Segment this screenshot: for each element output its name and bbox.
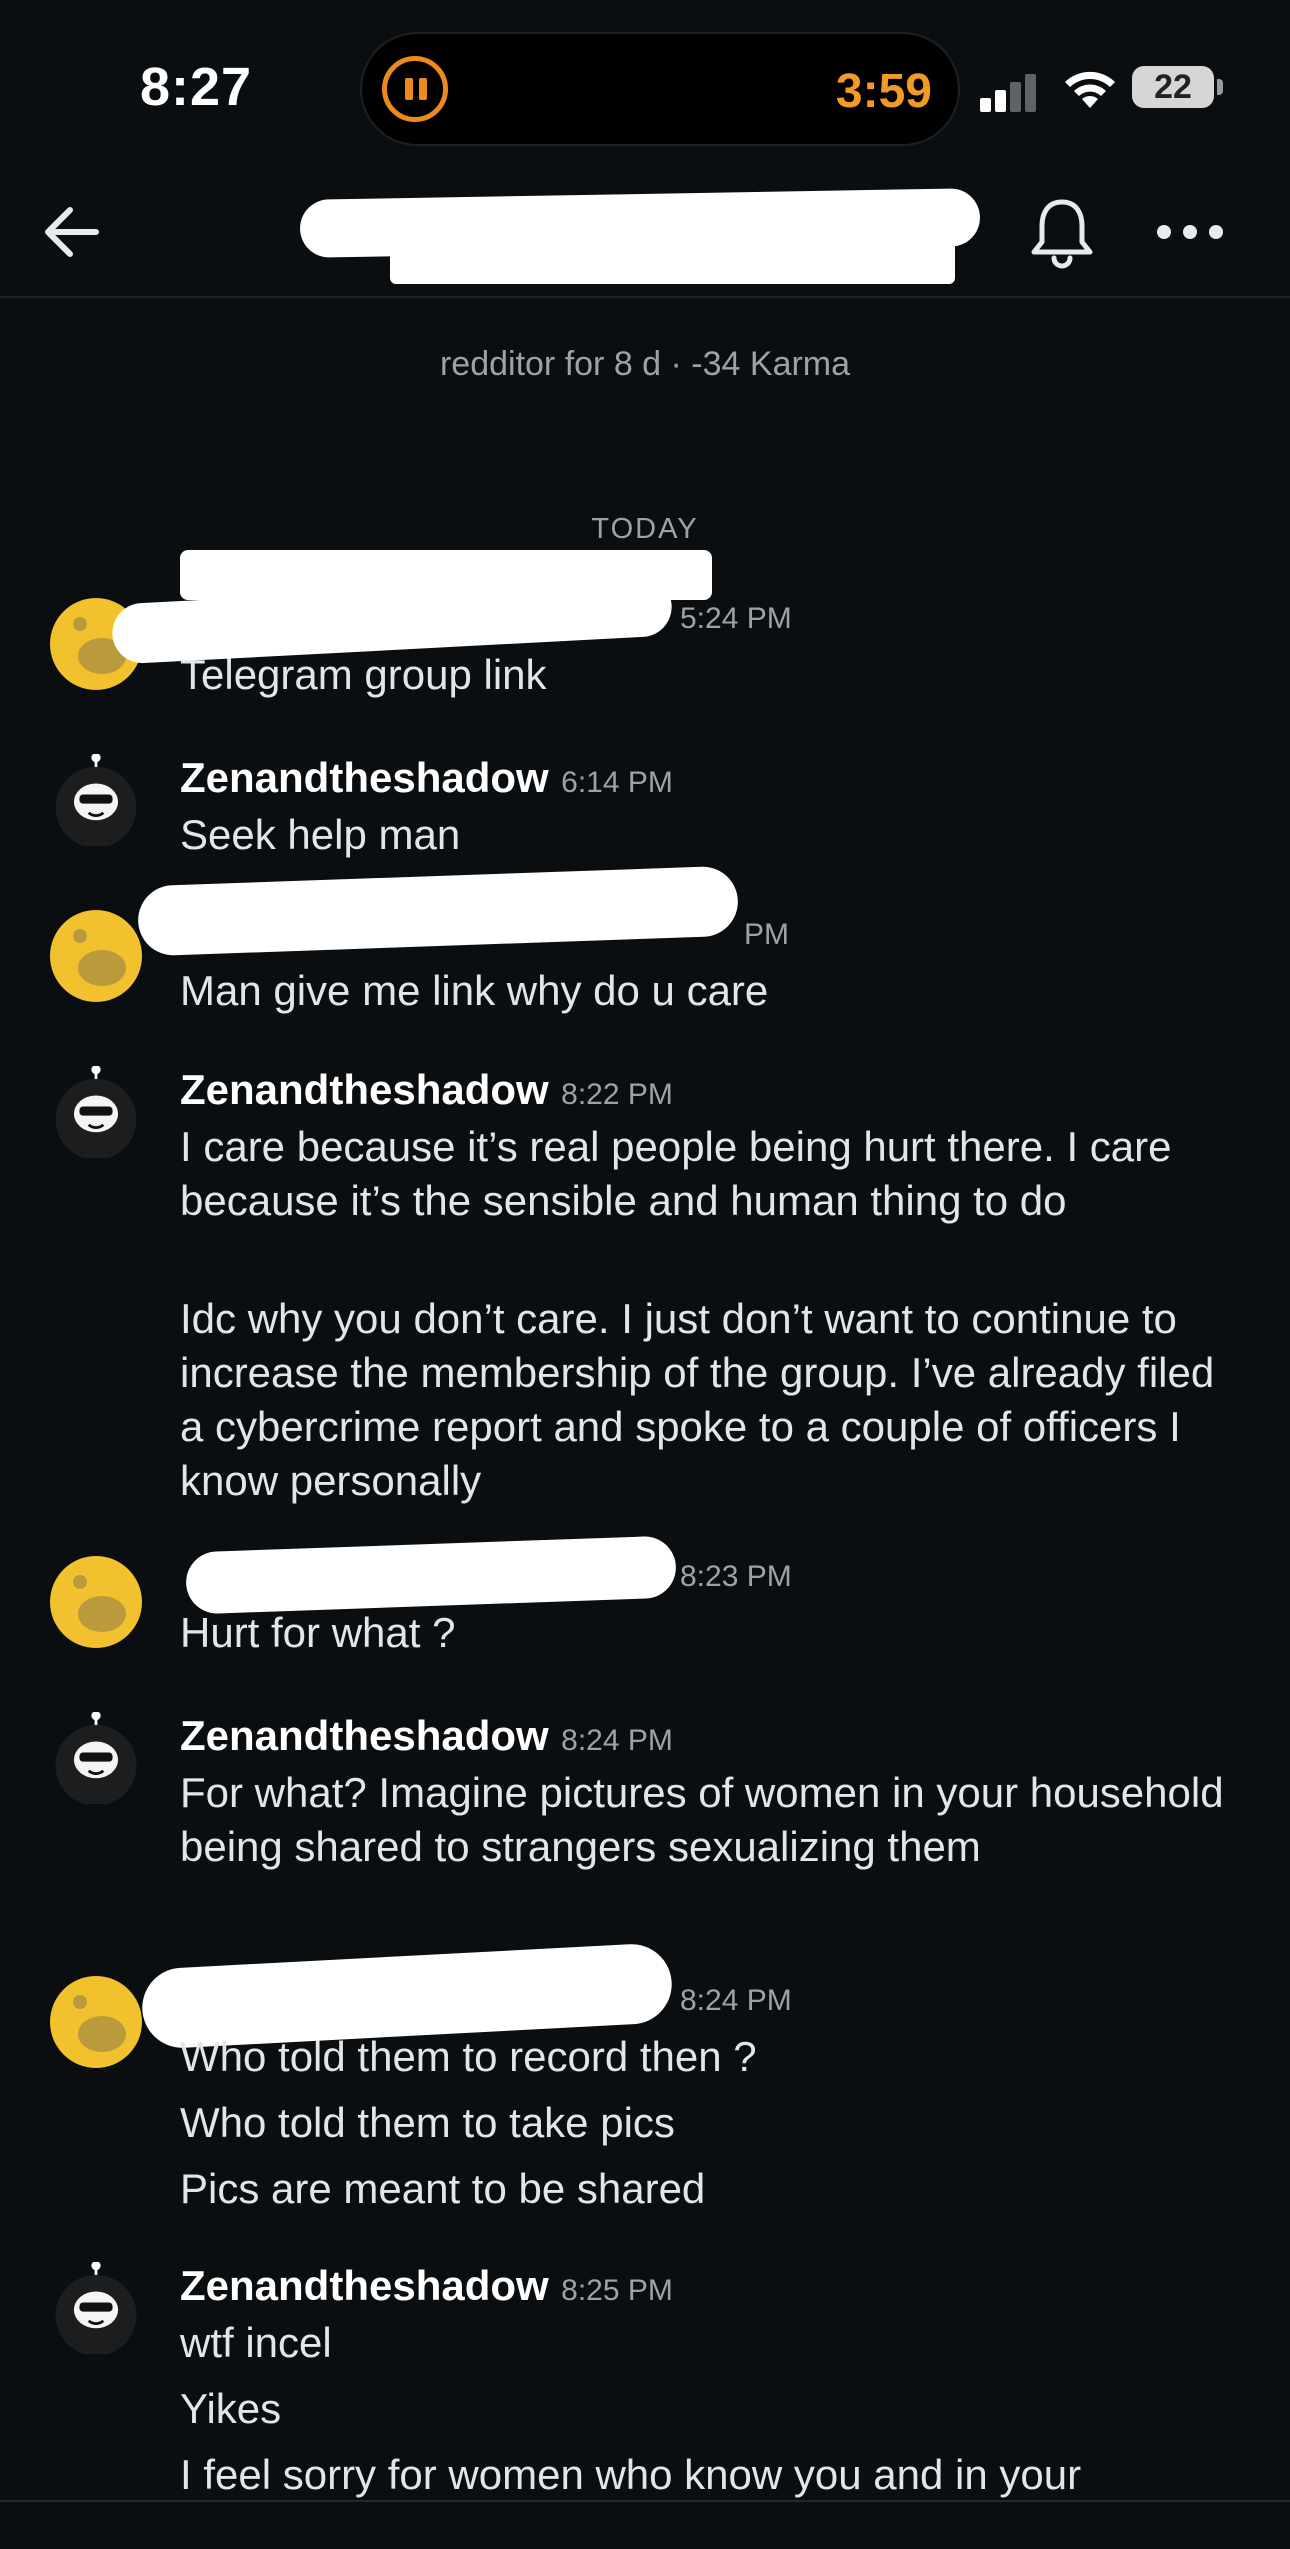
username[interactable]: Zenandtheshadow xyxy=(180,2262,549,2309)
message-time: 8:24 PM xyxy=(680,1984,792,2017)
bell-icon[interactable] xyxy=(1022,192,1102,272)
status-bar: 8:27 3:59 22 xyxy=(0,0,1290,170)
snoo-avatar-icon[interactable] xyxy=(50,910,142,1002)
user-avatar-icon[interactable] xyxy=(50,2262,142,2354)
message-time: 8:25 PM xyxy=(561,2274,673,2307)
message-text: Who told them to record then ? xyxy=(180,2033,757,2080)
snoo-avatar-icon[interactable] xyxy=(50,1556,142,1648)
user-avatar-icon[interactable] xyxy=(50,1712,142,1804)
redacted-title-scribble-2 xyxy=(390,240,955,284)
message-header: PM xyxy=(736,918,789,952)
message-text: I feel sorry for women who know you and … xyxy=(180,2451,1082,2498)
message-time: 8:23 PM xyxy=(680,1560,792,1593)
day-divider: TODAY xyxy=(591,513,699,545)
message-text: Idc why you don’t care. I just don’t wan… xyxy=(180,1295,1215,1504)
cellular-signal-icon xyxy=(980,72,1044,112)
chat-screen: 8:27 3:59 22 redditor for 8 d · -34 Karm… xyxy=(0,0,1290,2549)
pause-icon[interactable] xyxy=(382,56,448,122)
message-text: For what? Imagine pictures of women in y… xyxy=(180,1769,1224,1870)
message-header: Zenandtheshadow 8:25 PM xyxy=(180,2262,673,2310)
battery-cap xyxy=(1217,79,1223,95)
chat-header xyxy=(0,170,1290,298)
message-text: Pics are meant to be shared xyxy=(180,2165,706,2212)
message-text: Hurt for what ? xyxy=(180,1609,456,1656)
message-time: 8:22 PM xyxy=(561,1078,673,1111)
snoo-avatar-icon[interactable] xyxy=(50,1976,142,2068)
username[interactable]: Zenandtheshadow xyxy=(180,754,549,801)
message-header: Zenandtheshadow 8:24 PM xyxy=(180,1712,673,1760)
profile-subtitle: redditor for 8 d · -34 Karma xyxy=(439,345,851,383)
message-header: 8:23 PM xyxy=(672,1560,792,1594)
username[interactable]: Zenandtheshadow xyxy=(180,1712,549,1759)
username[interactable]: Zenandtheshadow xyxy=(180,1066,549,1113)
dynamic-island[interactable]: 3:59 xyxy=(360,32,960,146)
message-header: 8:24 PM xyxy=(672,1984,792,2018)
user-avatar-icon[interactable] xyxy=(50,1066,142,1158)
message-time: 6:14 PM xyxy=(561,766,673,799)
message-group: 5:24 PM Telegram group link xyxy=(0,550,1290,718)
message-text: Yikes xyxy=(180,2385,282,2432)
message-text: Man give me link why do u care xyxy=(180,967,769,1014)
arrow-left-icon[interactable] xyxy=(34,192,114,272)
wifi-icon xyxy=(1065,71,1115,108)
message-text: I care because it’s real people being hu… xyxy=(180,1123,1172,1224)
message-text: Telegram group link xyxy=(180,651,547,698)
status-time: 8:27 xyxy=(140,57,253,117)
message-text: Seek help man xyxy=(180,811,461,858)
redacted-username-scribble xyxy=(136,865,740,957)
battery-icon: 22 xyxy=(1132,66,1214,108)
composer-divider xyxy=(0,2500,1290,2502)
message-time: 5:24 PM xyxy=(680,602,792,635)
island-timer: 3:59 xyxy=(835,65,932,118)
message-header: Zenandtheshadow 6:14 PM xyxy=(180,754,673,802)
message-header: Zenandtheshadow 8:22 PM xyxy=(180,1066,673,1114)
message-text: wtf incel xyxy=(180,2319,332,2366)
message-text: Who told them to take pics xyxy=(180,2099,675,2146)
ellipsis-icon[interactable] xyxy=(1140,192,1240,272)
redacted-username-scribble xyxy=(185,1535,677,1615)
message-header: 5:24 PM xyxy=(672,602,792,636)
user-avatar-icon[interactable] xyxy=(50,754,142,846)
message-time: PM xyxy=(744,918,789,951)
message-time: 8:24 PM xyxy=(561,1724,673,1757)
